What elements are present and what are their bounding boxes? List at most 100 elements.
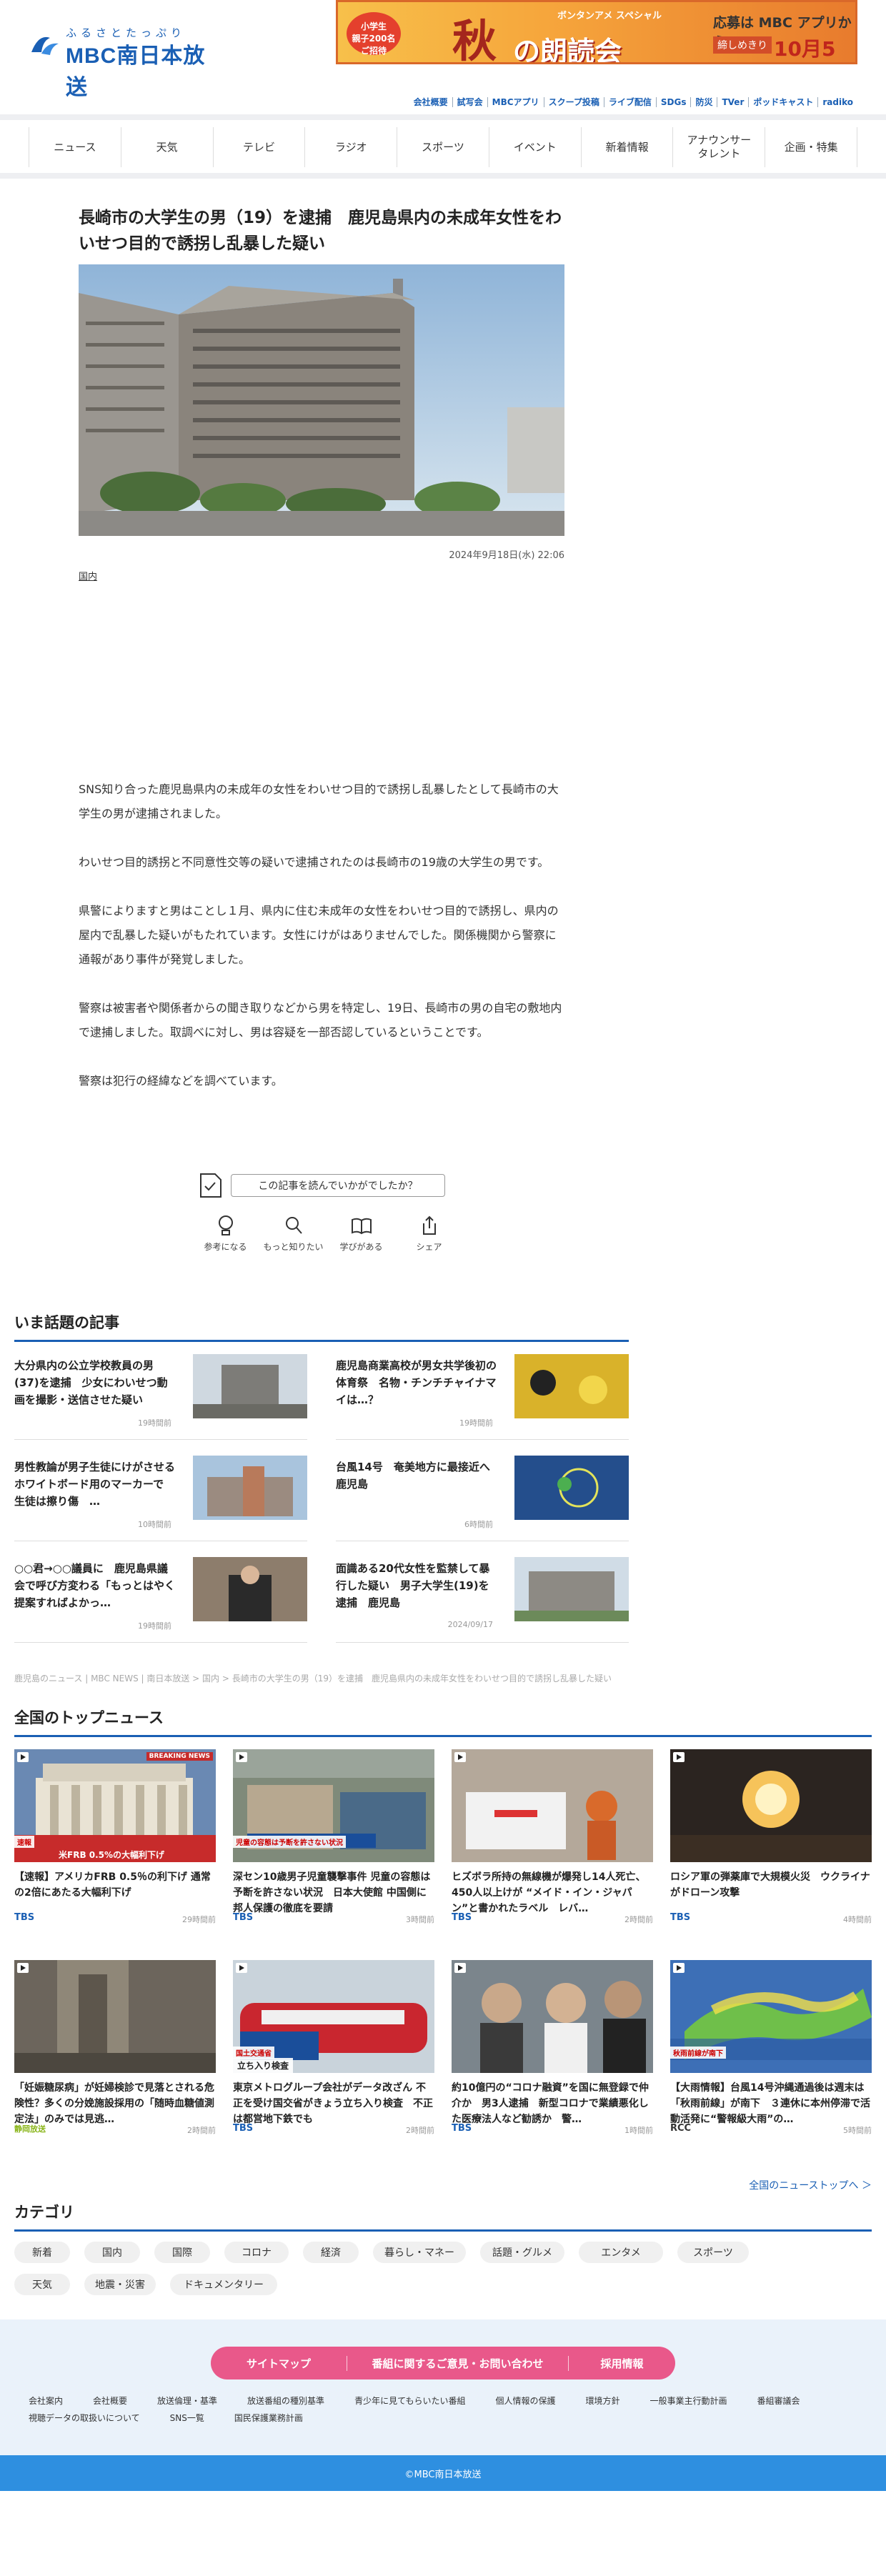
nav-divider (0, 173, 886, 179)
nav-item[interactable]: 企画・特集 (765, 127, 858, 167)
hot-item-thumbnail (193, 1354, 307, 1418)
footer-link[interactable]: 会社概要 (93, 2396, 127, 2406)
article-paragraph: わいせつ目的誘拐と不同意性交等の疑いで逮捕されたのは長崎市の19歳の大学生の男で… (79, 855, 549, 869)
national-card-thumbnail: BREAKING NEWS 速報 米FRB 0.5%の大幅利下げ (14, 1749, 216, 1862)
thumbnail-caption-2: 立ち入り検査 (233, 2058, 294, 2073)
top-link[interactable]: radiko (817, 97, 857, 107)
hot-item-title: 台風14号 奄美地方に最接近へ 鹿児島 (336, 1461, 501, 1491)
top-link[interactable]: ポッドキャスト (748, 97, 818, 107)
national-card-time: 3時間前 (406, 1915, 434, 1924)
hot-item[interactable]: 鹿児島商業高校が男女共学後初の体育祭 名物・チンチチャイナマイは…？ 19時間前 (336, 1354, 629, 1440)
footer-button[interactable]: サイトマップ (211, 2356, 347, 2371)
national-card-title: 約10億円の“コロナ融資”を国に無登録で仲介か 男3人逮捕 新型コロナで業績悪化… (452, 2082, 649, 2125)
reaction-want-more[interactable]: もっと知りたい (259, 1215, 327, 1253)
reaction-learned[interactable]: 学びがある (327, 1215, 395, 1253)
category-pill[interactable]: 地震・災害 (84, 2274, 156, 2295)
category-pill[interactable]: 国際 (154, 2242, 210, 2263)
footer-link[interactable]: 個人情報の保護 (495, 2396, 555, 2406)
nav-item[interactable]: 天気 (121, 127, 214, 167)
nav-item[interactable]: スポーツ (397, 127, 489, 167)
article-category-link[interactable]: 国内 (79, 569, 97, 582)
footer-link[interactable]: 国民保護業務計画 (234, 2413, 303, 2423)
top-divider (0, 114, 886, 120)
category-pill[interactable]: ドキュメンタリー (170, 2274, 277, 2295)
footer-link[interactable]: 放送倫理・基準 (157, 2396, 217, 2406)
national-card[interactable]: 児童の容態は予断を許さない状況 深セン10歳男子児童襲撃事件 児童の容態は予断を許… (233, 1749, 434, 1924)
national-card[interactable]: ヒズボラ所持の無線機が爆発し14人死亡、450人以上けが “メイド・イン・ジャパ… (452, 1749, 653, 1924)
play-icon (454, 1752, 466, 1762)
national-card-title: 「妊娠糖尿病」が妊婦検診で見落とされる危険性？多くの分娩施設採用の「随時血糖値測… (14, 2082, 214, 2125)
nav-item[interactable]: ラジオ (305, 127, 398, 167)
reaction-share[interactable]: シェア (395, 1215, 463, 1253)
category-pill[interactable]: 国内 (84, 2242, 140, 2263)
national-card-title: 【大雨情報】台風14号沖縄通過後は週末は「秋雨前線」が南下 ３連休に本州停滞で活… (670, 2082, 870, 2125)
footer-link[interactable]: 放送番組の種別基準 (247, 2396, 324, 2406)
category-pill[interactable]: 暮らし・マネー (373, 2242, 466, 2263)
category-pill[interactable]: 話題・グルメ (480, 2242, 564, 2263)
hot-item[interactable]: 面識ある20代女性を監禁して暴行した疑い 男子大学生(19)を逮捕 鹿児島 202… (336, 1557, 629, 1643)
nav-item[interactable]: テレビ (214, 127, 306, 167)
hot-item-time: 2024/09/17 (447, 1620, 493, 1629)
top-link[interactable]: 防災 (690, 97, 717, 107)
national-card-thumbnail: 国土交通省 立ち入り検査 (233, 1960, 434, 2073)
top-link[interactable]: TVer (717, 97, 749, 107)
national-card[interactable]: 秋雨前線が南下【大雨情報】台風14号沖縄通過後は週末は「秋雨前線」が南下 ３連休… (670, 1960, 872, 2135)
top-link[interactable]: 試写会 (452, 97, 487, 107)
category-pill[interactable]: スポーツ (677, 2242, 749, 2263)
logo-mark-icon (31, 36, 59, 55)
national-more-link[interactable]: 全国のニューストップへ ＞ (715, 2178, 872, 2192)
national-card-title: 【速報】アメリカFRB 0.5％の利下げ 通常の2倍にあたる大幅利下げ (14, 1871, 211, 1899)
footer-link[interactable]: 環境方針 (585, 2396, 619, 2406)
category-pill[interactable]: エンタメ (579, 2242, 663, 2263)
top-link[interactable]: ライブ配信 (603, 97, 656, 107)
hot-item-time: 10時間前 (138, 1520, 171, 1529)
national-card[interactable]: 「妊娠糖尿病」が妊婦検診で見落とされる危険性？多くの分娩施設採用の「随時血糖値測… (14, 1960, 216, 2135)
nav-item[interactable]: アナウンサー タレント (673, 127, 766, 167)
play-icon (17, 1963, 29, 1973)
reaction-helpful[interactable]: 参考になる (191, 1215, 259, 1253)
survey-button[interactable]: この記事を読んでいかがでしたか？ (231, 1174, 445, 1197)
category-pill[interactable]: コロナ (224, 2242, 289, 2263)
search-icon (285, 1217, 302, 1234)
survey: この記事を読んでいかがでしたか？ (196, 1172, 447, 1199)
hot-item[interactable]: ○○君→○○議員に 鹿児島県議会で呼び方変わる「もっとはやく提案すればよかっ… 1… (14, 1557, 307, 1643)
footer-button[interactable]: 採用情報 (568, 2355, 675, 2371)
nav-item[interactable]: イベント (489, 127, 582, 167)
footer-link[interactable]: SNS一覧 (170, 2413, 204, 2423)
category-pill[interactable]: 経済 (303, 2242, 359, 2263)
footer-button[interactable]: 番組に関するご意見・お問い合わせ (347, 2355, 568, 2371)
hot-item[interactable]: 台風14号 奄美地方に最接近へ 鹿児島 6時間前 (336, 1456, 629, 1541)
category-pill[interactable]: 新着 (14, 2242, 70, 2263)
footer-link[interactable]: 番組審議会 (757, 2396, 800, 2406)
article-paragraph: SNS知り合った鹿児島県内の未成年の女性をわいせつ目的で誘拐し乱暴したとして長崎… (79, 782, 559, 820)
category-pill[interactable]: 天気 (14, 2274, 70, 2295)
national-section: 全国のトップニュース (14, 1706, 872, 1737)
top-link[interactable]: MBCアプリ (487, 97, 544, 107)
top-link[interactable]: SDGs (655, 97, 691, 107)
national-card[interactable]: 国土交通省 立ち入り検査 東京メトログループ会社がデータ改ざん 不正を受け国交省がき… (233, 1960, 434, 2135)
nav-item[interactable]: ニュース (29, 127, 121, 167)
national-card-thumbnail (14, 1960, 216, 2073)
national-card-source: TBS (14, 1912, 35, 1923)
article-paragraph: 警察は犯行の経緯などを調べています。 (79, 1074, 283, 1088)
top-link[interactable]: 会社概要 (409, 97, 452, 107)
banner-title: の朗読会 (513, 35, 622, 64)
footer-link[interactable]: 青少年に見てもらいたい番組 (354, 2396, 465, 2406)
hot-item-time: 19時間前 (138, 1418, 171, 1428)
hot-item[interactable]: 男性教論が男子生徒にけがさせる ホワイトボード用のマーカーで 生徒は擦り傷 … 1… (14, 1456, 307, 1541)
footer-link[interactable]: 一般事業主行動計画 (650, 2396, 727, 2406)
thumbnail-caption: 速報 (14, 1836, 34, 1848)
national-card-thumbnail: 秋雨前線が南下 (670, 1960, 872, 2073)
hot-item[interactable]: 大分県内の公立学校教員の男(37)を逮捕 少女にわいせつ動画を撮影・送信させた疑… (14, 1354, 307, 1440)
top-link[interactable]: スクープ投稿 (543, 97, 604, 107)
event-banner[interactable]: 小学生 親子200名 ご招待 秋 ボンタンアメ スペシャル の朗読会 応募は MBC… (336, 0, 857, 64)
hot-item-title: 面識ある20代女性を監禁して暴行した疑い 男子大学生(19)を逮捕 鹿児島 (336, 1562, 490, 1609)
national-card[interactable]: 約10億円の“コロナ融資”を国に無登録で仲介か 男3人逮捕 新型コロナで業績悪化… (452, 1960, 653, 2135)
footer-link[interactable]: 視聴データの取扱いについて (29, 2413, 140, 2423)
footer-link[interactable]: 会社案内 (29, 2396, 63, 2406)
footer-links: 会社案内 会社概要 放送倫理・基準 放送番組の種別基準 青少年に見てもらいたい番組 個人情… (29, 2392, 857, 2427)
national-card[interactable]: ロシア軍の弾薬庫で大規模火災 ウクライナがドローン攻撃 TBS 4時間前 (670, 1749, 872, 1924)
site-logo[interactable]: ふるさとたっぷり MBC南日本放送 (29, 25, 214, 99)
nav-item[interactable]: 新着情報 (582, 127, 674, 167)
national-card[interactable]: BREAKING NEWS 速報 米FRB 0.5%の大幅利下げ【速報】アメリカFR… (14, 1749, 216, 1924)
